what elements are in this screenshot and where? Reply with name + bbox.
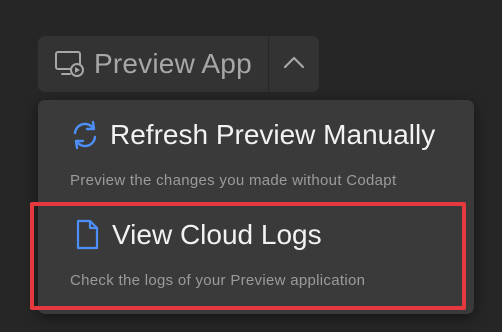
view-cloud-logs-description: Check the logs of your Preview applicati… [70,272,366,289]
chevron-up-icon [283,55,305,74]
preview-app-label: Preview App [94,48,252,79]
refresh-preview-title: Refresh Preview Manually [110,119,436,150]
refresh-preview-description: Preview the changes you made without Cod… [70,172,397,189]
document-icon [70,218,104,252]
refresh-title-row: Refresh Preview Manually [68,118,435,152]
screen: Preview App Refresh Preview Manually Pre… [0,0,502,332]
preview-monitor-icon [54,48,86,80]
menu-item-view-cloud-logs[interactable] [38,200,474,312]
view-cloud-logs-title: View Cloud Logs [112,219,322,250]
preview-app-split-button: Preview App [38,36,319,92]
preview-app-button[interactable]: Preview App [38,36,269,92]
refresh-icon [68,118,102,152]
cloud-logs-title-row: View Cloud Logs [70,218,322,252]
preview-menu-toggle[interactable] [269,36,319,92]
